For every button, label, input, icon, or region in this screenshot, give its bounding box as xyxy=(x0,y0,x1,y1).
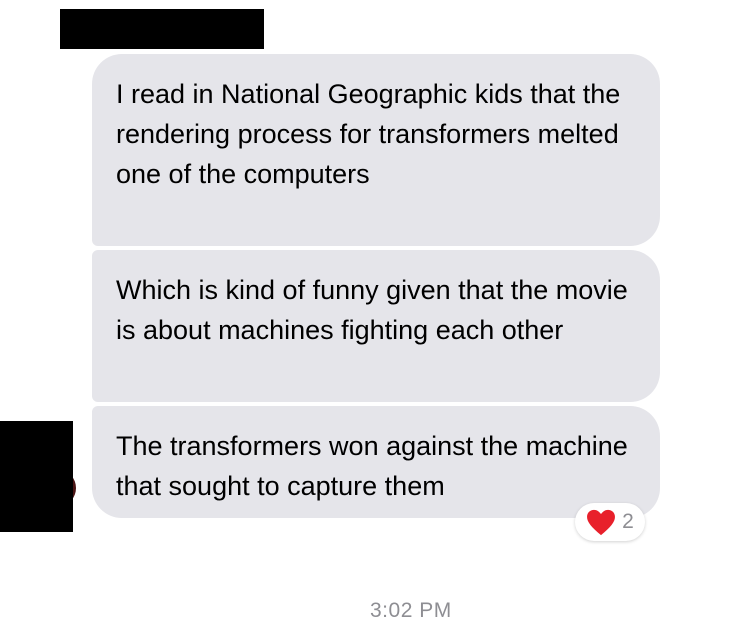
message-bubble[interactable]: Which is kind of funny given that the mo… xyxy=(92,250,660,402)
message-text: Which is kind of funny given that the mo… xyxy=(116,275,628,345)
reaction-badge[interactable]: 2 xyxy=(575,503,645,541)
message-text: The transformers won against the machine… xyxy=(116,431,628,501)
sender-name-redaction xyxy=(60,9,264,49)
message-text: I read in National Geographic kids that … xyxy=(116,79,621,189)
message-timestamp: 3:02 PM xyxy=(370,599,452,622)
message-bubble[interactable]: I read in National Geographic kids that … xyxy=(92,54,660,246)
sender-avatar[interactable] xyxy=(0,421,76,532)
avatar-redaction xyxy=(0,421,73,532)
reaction-count: 2 xyxy=(622,510,634,533)
heart-icon xyxy=(587,509,616,535)
message-bubble[interactable]: The transformers won against the machine… xyxy=(92,406,660,518)
